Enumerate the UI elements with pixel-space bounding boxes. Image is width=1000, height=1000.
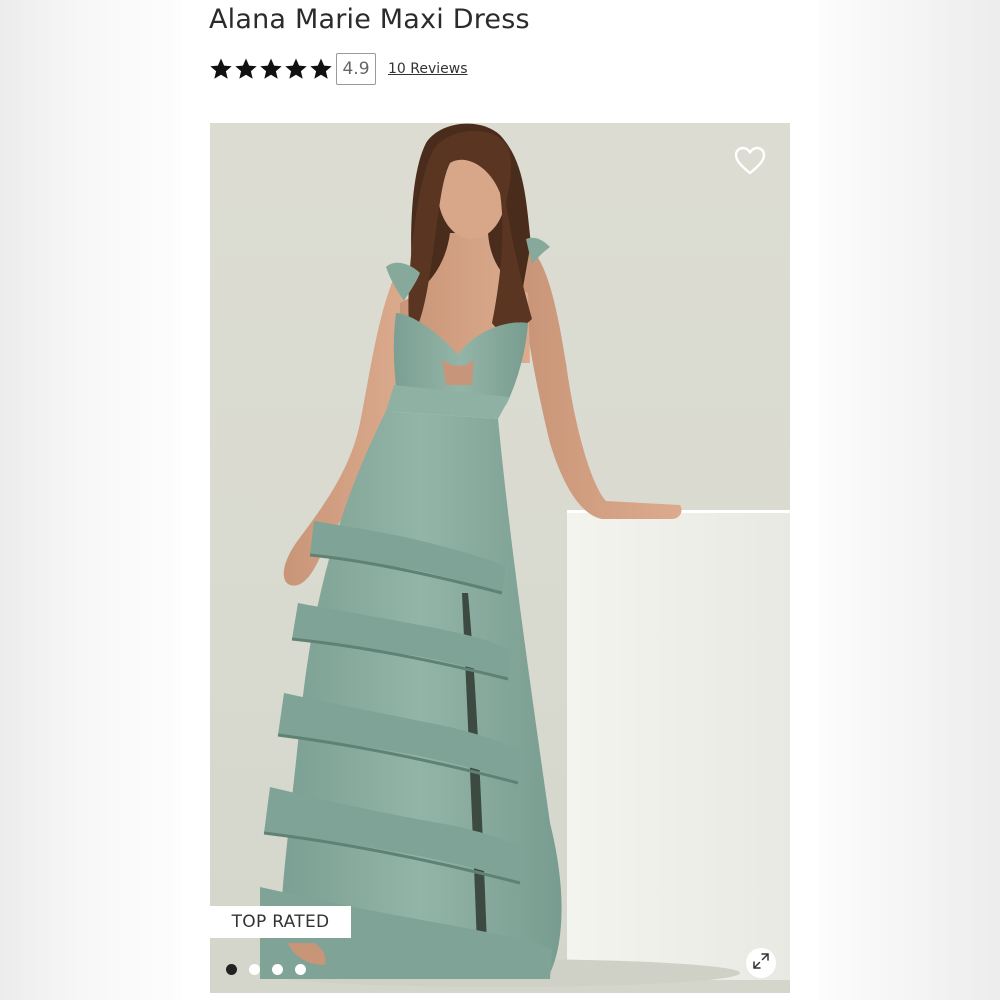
- carousel-dot[interactable]: [272, 964, 283, 975]
- star-icon: [209, 57, 233, 81]
- top-rated-badge: TOP RATED: [210, 906, 351, 938]
- star-icon: [259, 57, 283, 81]
- carousel-dot[interactable]: [226, 964, 237, 975]
- expand-arrows-icon: [752, 952, 770, 975]
- rating-row: 4.9 10 Reviews: [209, 53, 468, 85]
- product-title: Alana Marie Maxi Dress: [209, 4, 530, 35]
- carousel-dot[interactable]: [249, 964, 260, 975]
- star-icon: [284, 57, 308, 81]
- star-icon: [309, 57, 333, 81]
- expand-image-button[interactable]: [746, 948, 776, 978]
- heart-outline-icon: [734, 146, 766, 181]
- model-photo: [260, 123, 790, 987]
- carousel-dots: [226, 964, 306, 975]
- star-rating: [209, 57, 333, 81]
- product-image[interactable]: [210, 123, 790, 993]
- carousel-dot[interactable]: [295, 964, 306, 975]
- star-icon: [234, 57, 258, 81]
- favorite-button[interactable]: [732, 145, 768, 181]
- reviews-link[interactable]: 10 Reviews: [388, 61, 468, 77]
- rating-score: 4.9: [336, 53, 376, 85]
